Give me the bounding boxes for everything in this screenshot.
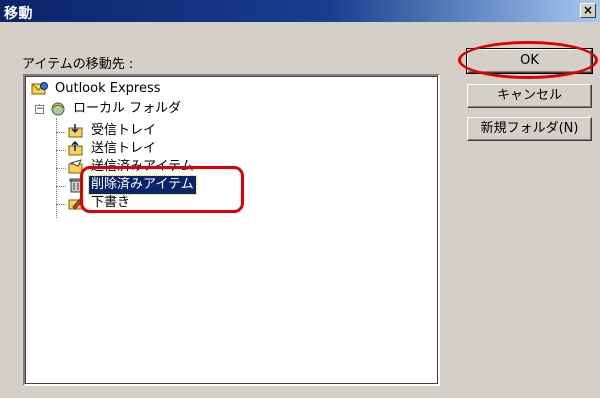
tree-line <box>56 168 66 169</box>
folder-tree[interactable]: Outlook Express − ローカル フォルダ 受信トレイ 送信トレイ … <box>23 74 440 386</box>
outlook-express-icon <box>31 82 48 95</box>
inbox-icon <box>68 124 83 138</box>
window-title: 移動 <box>4 6 33 22</box>
tree-label: 送信トレイ <box>91 141 157 156</box>
tree-label: 受信トレイ <box>91 123 157 138</box>
new-folder-button[interactable]: 新規フォルダ(N) <box>467 117 592 141</box>
tree-label: Outlook Express <box>55 81 161 96</box>
destination-label: アイテムの移動先 : <box>22 57 134 72</box>
drafts-icon <box>68 197 84 210</box>
tree-line <box>56 150 66 151</box>
cancel-button[interactable]: キャンセル <box>467 84 592 108</box>
tree-label-selected: 削除済みアイテム <box>88 175 197 195</box>
local-folders-icon <box>51 102 65 116</box>
outbox-icon <box>68 141 83 156</box>
sent-items-icon <box>68 159 83 174</box>
collapse-toggle[interactable]: − <box>35 105 44 114</box>
tree-line <box>56 132 66 133</box>
tree-label: 送信済みアイテム <box>91 159 194 174</box>
ok-button[interactable]: OK <box>466 48 593 74</box>
tree-line <box>56 204 66 205</box>
close-button[interactable]: × <box>580 3 596 18</box>
title-bar: 移動 × <box>0 0 600 22</box>
tree-line <box>56 186 66 187</box>
close-icon: × <box>582 3 594 17</box>
tree-label: ローカル フォルダ <box>73 101 182 116</box>
tree-label: 下書き <box>91 195 131 210</box>
deleted-items-icon <box>69 178 83 193</box>
